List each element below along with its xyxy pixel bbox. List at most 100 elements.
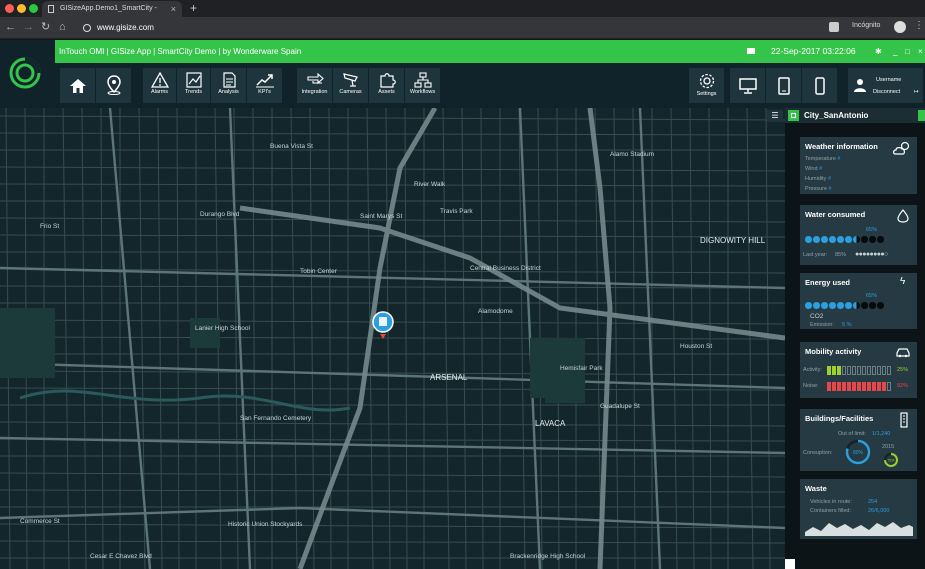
humidity-row: Humidity # xyxy=(805,176,831,182)
containers-value: 26/6,000 xyxy=(868,508,890,514)
map-label: Saint Marys St xyxy=(360,213,402,220)
year-gauge: 75% xyxy=(884,453,898,467)
alarms-button[interactable]: Alarms xyxy=(143,68,176,103)
minimize-icon[interactable]: _ xyxy=(893,40,897,63)
gear-icon[interactable]: ✱ xyxy=(875,40,882,63)
map-label: Guadalupe St xyxy=(600,403,640,410)
logout-icon: ↦ xyxy=(914,89,919,95)
meter-bar xyxy=(887,366,891,375)
site-info-icon[interactable] xyxy=(83,24,91,32)
restore-icon[interactable]: □ xyxy=(905,40,910,63)
settings-button[interactable]: Settings xyxy=(689,68,724,103)
meter-dot xyxy=(869,236,876,243)
analysis-button[interactable]: Analysis xyxy=(211,68,246,103)
meter-bar xyxy=(867,382,871,391)
water-last-year-label: Last year: xyxy=(803,252,828,258)
map-canvas[interactable]: ARSENAL LAVACA DIGNOWITY HILL Central Busin… xyxy=(0,108,785,569)
extension-icon[interactable] xyxy=(829,22,839,32)
panel-footer-icon[interactable] xyxy=(785,559,795,569)
energy-card[interactable]: Energy used ϟ 65% CO2 Emission: 5 % xyxy=(800,273,917,329)
assets-button[interactable]: Assets xyxy=(369,68,404,103)
url-field[interactable]: www.gisize.com xyxy=(80,20,825,36)
co2-label: CO2 xyxy=(810,313,824,320)
monitor-icon xyxy=(738,78,757,94)
meter-dot xyxy=(821,302,828,309)
minimize-window-icon[interactable] xyxy=(17,4,26,13)
activity-bar-meter xyxy=(827,366,891,375)
house-icon xyxy=(69,79,86,93)
humidity-value: # xyxy=(827,176,831,182)
meter-bar xyxy=(877,382,881,391)
assets-label: Assets xyxy=(378,89,395,95)
map-label: Alamodome xyxy=(478,308,513,315)
meter-bar xyxy=(882,366,886,375)
meter-dot xyxy=(853,302,860,309)
home-button[interactable] xyxy=(60,68,95,103)
meter-bar xyxy=(832,382,836,391)
meter-bar xyxy=(837,382,841,391)
mobility-card[interactable]: Mobility activity Activity: 25% Noise: 9… xyxy=(800,342,917,398)
map-label: San Fernando Cemetery xyxy=(240,415,312,422)
meter-bar xyxy=(837,366,841,375)
meter-bar xyxy=(847,382,851,391)
analysis-label: Analysis xyxy=(218,89,239,95)
map-label: Historic Union Stockyards xyxy=(228,521,303,528)
trends-button[interactable]: Trends xyxy=(177,68,210,103)
panel-window-icon[interactable] xyxy=(788,110,799,121)
meter-dot xyxy=(837,236,844,243)
water-drop-icon xyxy=(897,209,909,223)
close-window-icon[interactable] xyxy=(5,4,14,13)
activity-value: 25% xyxy=(897,367,909,373)
weather-title: Weather information xyxy=(805,142,878,151)
meter-bar xyxy=(887,382,891,391)
browser-menu-icon[interactable]: ⋮ xyxy=(914,20,924,31)
meter-dot xyxy=(877,236,884,243)
cameras-button[interactable]: Cameras xyxy=(333,68,368,103)
app-title: InTouch OMI | GISize App | SmartCity Dem… xyxy=(59,47,302,56)
back-icon[interactable]: ← xyxy=(5,21,16,34)
meter-dot xyxy=(805,302,812,309)
waste-title: Waste xyxy=(805,484,827,493)
waste-card[interactable]: Waste Vehicles in route: 254 Containers … xyxy=(800,479,917,539)
meter-dot xyxy=(861,236,868,243)
meter-dot xyxy=(869,302,876,309)
security-camera-icon xyxy=(342,73,358,87)
user-menu[interactable]: Username Disconnect ↦ xyxy=(848,68,923,103)
water-card[interactable]: Water consumed 65% Last year: 85% ●●●●●●… xyxy=(800,205,917,265)
phone-view-button[interactable] xyxy=(802,68,837,103)
camera-icon[interactable] xyxy=(747,48,755,54)
home-icon[interactable]: ⌂ xyxy=(59,21,66,34)
browser-tab[interactable]: GISizeApp.Demo1_SmartCity - × xyxy=(42,1,182,17)
meter-bar xyxy=(862,382,866,391)
main-toolbar: Alarms Trends Analysis KPI's Integration… xyxy=(55,63,925,108)
kpis-button[interactable]: KPI's xyxy=(247,68,282,103)
consumption-gauge-value: 80% xyxy=(853,450,864,456)
close-icon[interactable]: × xyxy=(918,40,923,63)
phone-icon xyxy=(814,77,825,95)
location-button[interactable] xyxy=(96,68,131,103)
app-logo-area xyxy=(0,40,55,108)
desktop-view-button[interactable] xyxy=(730,68,765,103)
buildings-card[interactable]: Buildings/Facilities Out of limit: 1/1,2… xyxy=(800,409,917,471)
maximize-window-icon[interactable] xyxy=(29,4,38,13)
map-label: Cesar E Chavez Blvd xyxy=(90,553,152,560)
disconnect-link[interactable]: Disconnect xyxy=(873,89,900,95)
weather-card[interactable]: Weather information Temperature # Wind #… xyxy=(800,137,917,194)
new-tab-icon[interactable]: + xyxy=(190,0,197,16)
vehicles-label: Vehicles in route: xyxy=(810,499,852,505)
tablet-icon xyxy=(777,77,790,95)
collapse-panel-icon[interactable] xyxy=(918,110,925,121)
username-label: Username xyxy=(876,77,902,83)
tablet-view-button[interactable] xyxy=(766,68,801,103)
map-label: Buena Vista St xyxy=(270,143,313,150)
meter-dot xyxy=(821,236,828,243)
containers-label: Containers filled: xyxy=(810,508,851,514)
integration-button[interactable]: Integration xyxy=(297,68,332,103)
layer-list-icon[interactable]: ☰ xyxy=(767,110,783,122)
reload-icon[interactable]: ↻ xyxy=(41,21,50,34)
close-tab-icon[interactable]: × xyxy=(171,1,176,17)
forward-icon[interactable]: → xyxy=(23,21,34,34)
workflows-button[interactable]: Workflows xyxy=(405,68,440,103)
water-last-year-dots: ●●●●●●●●○ xyxy=(855,251,888,258)
city-map[interactable]: ARSENAL LAVACA DIGNOWITY HILL Central Busin… xyxy=(0,108,785,569)
